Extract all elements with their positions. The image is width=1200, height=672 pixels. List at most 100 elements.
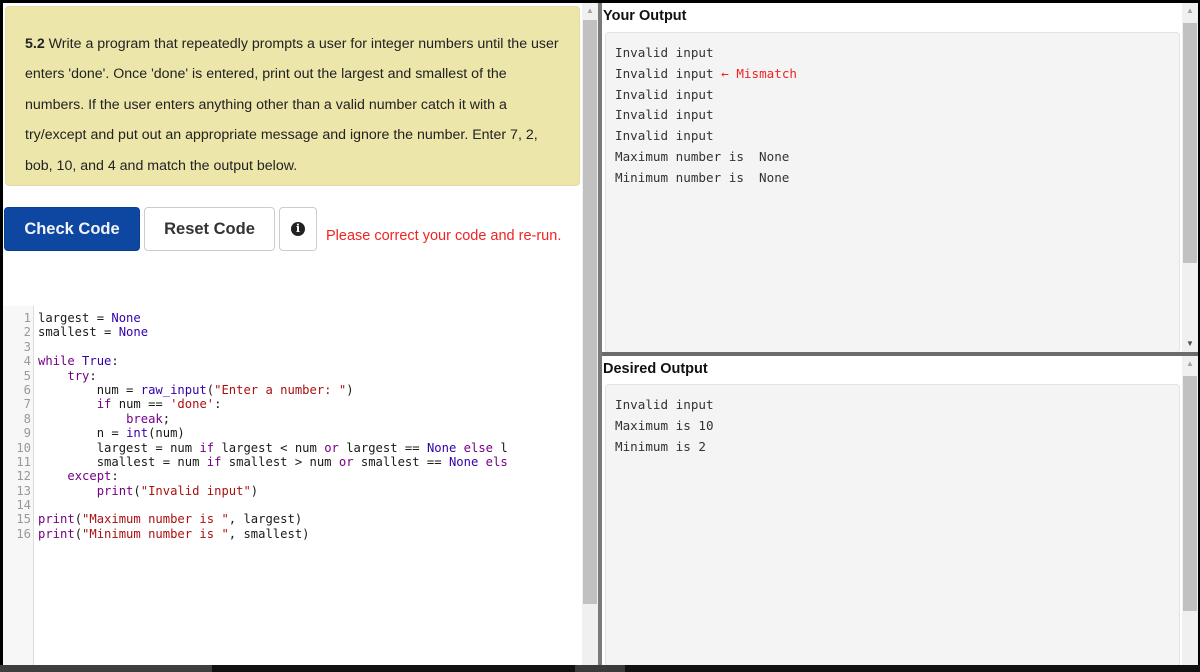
desired-output-scrollbar[interactable]: ▲ bbox=[1182, 356, 1198, 665]
code-line[interactable] bbox=[38, 340, 508, 354]
code-content[interactable]: largest = None smallest = None while True… bbox=[38, 311, 508, 541]
code-line[interactable]: largest = None bbox=[38, 311, 508, 325]
code-token: if bbox=[199, 440, 215, 455]
left-scroll-thumb[interactable] bbox=[583, 20, 597, 604]
code-token: largest = bbox=[38, 311, 112, 325]
code-line[interactable]: largest = num if largest < num or larges… bbox=[38, 441, 508, 455]
code-line[interactable]: print("Invalid input") bbox=[38, 484, 508, 498]
your-output-box: Invalid input Invalid input ← Mismatch Inv… bbox=[605, 32, 1180, 352]
problem-number: 5.2 bbox=[25, 36, 45, 52]
desired-output-scroll-thumb[interactable] bbox=[1183, 376, 1197, 611]
code-token: None bbox=[118, 325, 149, 340]
code-editor[interactable]: 1 2 3 4 5 6 7 8 9 10 11 12 13 14 15 16 largest = None sm… bbox=[3, 306, 582, 665]
code-token: largest < num bbox=[214, 440, 325, 455]
code-token: largest = num bbox=[38, 440, 200, 455]
scroll-up-arrow-icon[interactable]: ▲ bbox=[1182, 3, 1198, 19]
line-number: 10 bbox=[16, 440, 31, 455]
code-token: None bbox=[426, 440, 457, 455]
line-number: 12 bbox=[16, 469, 31, 484]
code-token: largest == bbox=[338, 440, 427, 455]
code-token: int bbox=[126, 426, 149, 441]
line-number: 6 bbox=[23, 382, 31, 397]
line-number: 16 bbox=[16, 526, 31, 541]
desired-output-pane: Desired Output Invalid input Maximum is 1… bbox=[602, 356, 1182, 665]
output-text: Invalid input bbox=[615, 128, 714, 144]
code-token: print bbox=[38, 512, 75, 527]
code-token: smallest = num bbox=[38, 454, 207, 469]
output-line: Maximum is 10 bbox=[615, 416, 714, 437]
code-token: raw_input bbox=[140, 382, 207, 397]
line-number: 15 bbox=[16, 512, 31, 527]
code-line[interactable]: except: bbox=[38, 469, 508, 483]
output-text: Invalid input bbox=[615, 45, 714, 60]
info-button[interactable]: i bbox=[279, 207, 317, 251]
code-token: except bbox=[67, 469, 112, 484]
code-token: None bbox=[111, 311, 141, 325]
output-line: Invalid input bbox=[615, 126, 797, 147]
line-number: 9 bbox=[23, 426, 31, 441]
code-line[interactable]: try: bbox=[38, 369, 508, 383]
code-line[interactable]: smallest = num if smallest > num or smal… bbox=[38, 455, 508, 469]
line-number: 13 bbox=[16, 483, 31, 498]
line-number: 1 bbox=[23, 311, 31, 325]
code-token: (num) bbox=[148, 426, 185, 441]
output-line: Minimum is 2 bbox=[615, 437, 714, 458]
code-token: num == bbox=[111, 397, 171, 412]
scroll-up-arrow-icon[interactable]: ▲ bbox=[582, 3, 598, 19]
reset-code-button[interactable]: Reset Code bbox=[144, 207, 275, 251]
left-pane-scrollbar[interactable]: ▲ bbox=[582, 3, 598, 665]
line-numbers: 1 2 3 4 5 6 7 8 9 10 11 12 13 14 15 16 bbox=[3, 311, 31, 541]
desired-output-box: Invalid input Maximum is 10 Minimum is 2 bbox=[605, 384, 1180, 665]
line-number: 11 bbox=[16, 454, 31, 469]
output-line: Invalid input bbox=[615, 395, 714, 416]
code-token: print bbox=[96, 483, 134, 498]
check-code-button[interactable]: Check Code bbox=[4, 207, 140, 251]
info-circle-icon: i bbox=[291, 222, 305, 236]
code-line[interactable]: break; bbox=[38, 412, 508, 426]
code-token: , largest) bbox=[228, 512, 303, 527]
code-token: : bbox=[214, 397, 222, 412]
code-token: ( bbox=[74, 512, 83, 527]
your-output-scroll-thumb[interactable] bbox=[1183, 23, 1197, 263]
code-token: try bbox=[67, 368, 90, 383]
code-line[interactable]: print("Minimum number is ", smallest) bbox=[38, 527, 508, 541]
code-token: l bbox=[493, 440, 508, 455]
code-token: else bbox=[463, 440, 493, 455]
code-token: while bbox=[38, 354, 75, 369]
code-token: or bbox=[324, 440, 339, 455]
code-token: els bbox=[485, 454, 508, 469]
line-number: 2 bbox=[23, 325, 31, 340]
scroll-up-arrow-icon[interactable]: ▲ bbox=[1182, 356, 1198, 372]
taskbar-strip bbox=[0, 665, 1200, 672]
scroll-down-arrow-icon[interactable]: ▼ bbox=[1182, 336, 1198, 352]
code-line[interactable]: num = raw_input("Enter a number: ") bbox=[38, 383, 508, 397]
code-token: "Maximum number is " bbox=[82, 512, 229, 527]
problem-statement: 5.2 Write a program that repeatedly prom… bbox=[5, 6, 580, 186]
code-line[interactable] bbox=[38, 498, 508, 512]
code-token: n = bbox=[38, 426, 127, 441]
desired-output-lines: Invalid input Maximum is 10 Minimum is 2 bbox=[615, 395, 714, 457]
code-line[interactable]: smallest = None bbox=[38, 325, 508, 339]
code-token: if bbox=[96, 397, 112, 412]
code-token: : bbox=[111, 354, 119, 369]
output-text: Invalid input bbox=[615, 397, 714, 412]
code-token: 'done' bbox=[170, 397, 215, 412]
code-token: break bbox=[126, 411, 163, 426]
your-output-scrollbar[interactable]: ▲ ▼ bbox=[1182, 3, 1198, 352]
code-token: ; bbox=[162, 411, 171, 426]
line-number: 5 bbox=[23, 368, 31, 383]
output-text: Invalid input bbox=[615, 86, 714, 102]
code-line[interactable]: n = int(num) bbox=[38, 426, 508, 440]
problem-text: Write a program that repeatedly prompts … bbox=[25, 36, 559, 174]
output-text: Maximum is 10 bbox=[615, 417, 714, 433]
taskbar-segment bbox=[0, 665, 212, 672]
output-text: Minimum number is None bbox=[615, 169, 790, 185]
code-line[interactable]: if num == 'done': bbox=[38, 397, 508, 411]
code-token: print bbox=[38, 526, 75, 541]
code-line[interactable]: while True: bbox=[38, 354, 508, 368]
problem-pane: 5.2 Write a program that repeatedly prom… bbox=[3, 3, 582, 665]
code-line[interactable]: print("Maximum number is ", largest) bbox=[38, 512, 508, 526]
output-line: Invalid input bbox=[615, 85, 797, 106]
